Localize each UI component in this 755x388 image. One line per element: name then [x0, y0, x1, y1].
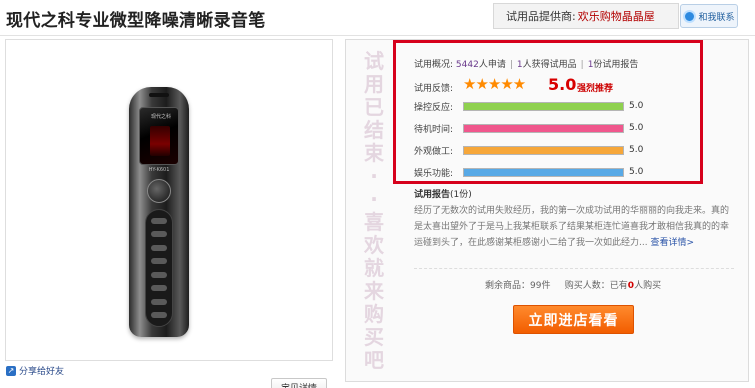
watermark-char: 束 [364, 141, 384, 165]
device-screen: 现代之科 [139, 107, 179, 165]
contact-button[interactable]: 和我联系 [680, 4, 738, 28]
trial-ended-watermark: 试用已结束 · · 喜欢就来购买吧 [358, 50, 390, 372]
rating-row: 待机时间: 5.0 [414, 122, 644, 135]
report-count: (1份) [450, 190, 472, 200]
rating-bar [463, 123, 624, 133]
product-detail-button[interactable]: 宝贝详情 [271, 378, 327, 388]
chat-icon [683, 9, 697, 23]
rating-value: 5.0 [629, 101, 644, 111]
rating-bar-fill [464, 168, 623, 176]
rating-value: 5.0 [629, 167, 644, 177]
watermark-char: 买 [364, 325, 384, 349]
contact-label: 和我联系 [698, 12, 735, 23]
rating-value: 5.0 [629, 145, 644, 155]
device-model: HY-K601 [148, 167, 170, 173]
applicants-suffix: 人申请 [478, 60, 506, 70]
rating-row: 操控反应: 5.0 [414, 100, 644, 113]
watermark-char: 吧 [364, 348, 384, 372]
rating-bar [463, 101, 624, 111]
rating-label: 娱乐功能: [414, 168, 454, 179]
device-mic-slot [149, 93, 169, 97]
provider-info: 试用品提供商: 欢乐购物晶晶屋 [493, 3, 679, 29]
bought-suffix: 人购买 [634, 281, 662, 291]
rating-row: 娱乐功能: 5.0 [414, 166, 644, 179]
share-icon: ↗ [6, 365, 16, 376]
applicants-count: 5442 [455, 60, 479, 70]
watermark-char: · [370, 187, 378, 211]
watermark-char: 已 [364, 95, 384, 119]
bought-label: 购买人数：已有 [564, 281, 628, 291]
watermark-char: · [370, 164, 378, 188]
rating-bar-fill [464, 124, 623, 132]
rating-bar-fill [464, 102, 623, 110]
provider-label: 试用品提供商: [506, 10, 576, 23]
rating-bar [463, 167, 624, 177]
watermark-char: 试 [364, 49, 384, 73]
rating-bar [463, 145, 624, 155]
device-record-button [147, 179, 171, 203]
share-label: 分享给好友 [19, 367, 65, 377]
product-image[interactable]: 现代之科 HY-K601 [129, 87, 189, 337]
share-link[interactable]: ↗ 分享给好友 [6, 364, 64, 377]
watermark-char: 欢 [364, 233, 384, 257]
remain-value: 99件 [530, 281, 551, 291]
report-heading: 试用报告(1份) [414, 187, 472, 200]
rating-stars: ★★★★★ [463, 75, 526, 93]
winners-suffix: 人获得试用品 [522, 60, 577, 70]
reports-suffix: 份试用报告 [593, 60, 639, 70]
watermark-char: 来 [364, 279, 384, 303]
device-keypad [145, 209, 173, 327]
feedback-label: 试用反馈: [414, 84, 454, 94]
report-excerpt: 经历了无数次的试用失败经历，我的第一次成功试用的华丽丽的向我走来。真的是太喜出望… [414, 203, 734, 251]
provider-shop-link[interactable]: 欢乐购物晶晶屋 [578, 8, 655, 24]
overview-label: 试用概况: [414, 60, 454, 70]
rating-label: 外观做工: [414, 146, 454, 157]
section-divider [414, 268, 734, 269]
overall-score: 5.0 [548, 75, 577, 94]
rating-label: 待机时间: [414, 124, 454, 135]
watermark-char: 就 [364, 256, 384, 280]
rating-value: 5.0 [629, 123, 644, 133]
report-more-link[interactable]: 查看详情> [650, 238, 694, 248]
product-title: 现代之科专业微型降噪清晰录音笔 [6, 11, 266, 31]
remain-label: 剩余商品： [485, 281, 531, 291]
trial-overview: 试用概况: 5442人申请 | 1人获得试用品 | 1份试用报告 [414, 60, 639, 70]
rating-row: 外观做工: 5.0 [414, 144, 644, 157]
visit-store-button[interactable]: 立即进店看看 [513, 305, 634, 334]
report-title: 试用报告 [414, 190, 451, 200]
rating-label: 操控反应: [414, 102, 454, 113]
watermark-char: 用 [364, 72, 384, 96]
device-display [150, 126, 170, 156]
watermark-char: 购 [364, 302, 384, 326]
header-divider [0, 35, 755, 36]
rating-bar-fill [464, 146, 623, 154]
watermark-char: 喜 [364, 210, 384, 234]
device-brand: 现代之科 [150, 114, 171, 120]
recommend-badge: 强烈推荐 [577, 84, 614, 94]
watermark-char: 结 [364, 118, 384, 142]
product-image-panel: 现代之科 HY-K601 宝贝详情 [5, 39, 333, 388]
stock-info: 剩余商品：99件 购买人数：已有0人购买 [485, 278, 661, 291]
